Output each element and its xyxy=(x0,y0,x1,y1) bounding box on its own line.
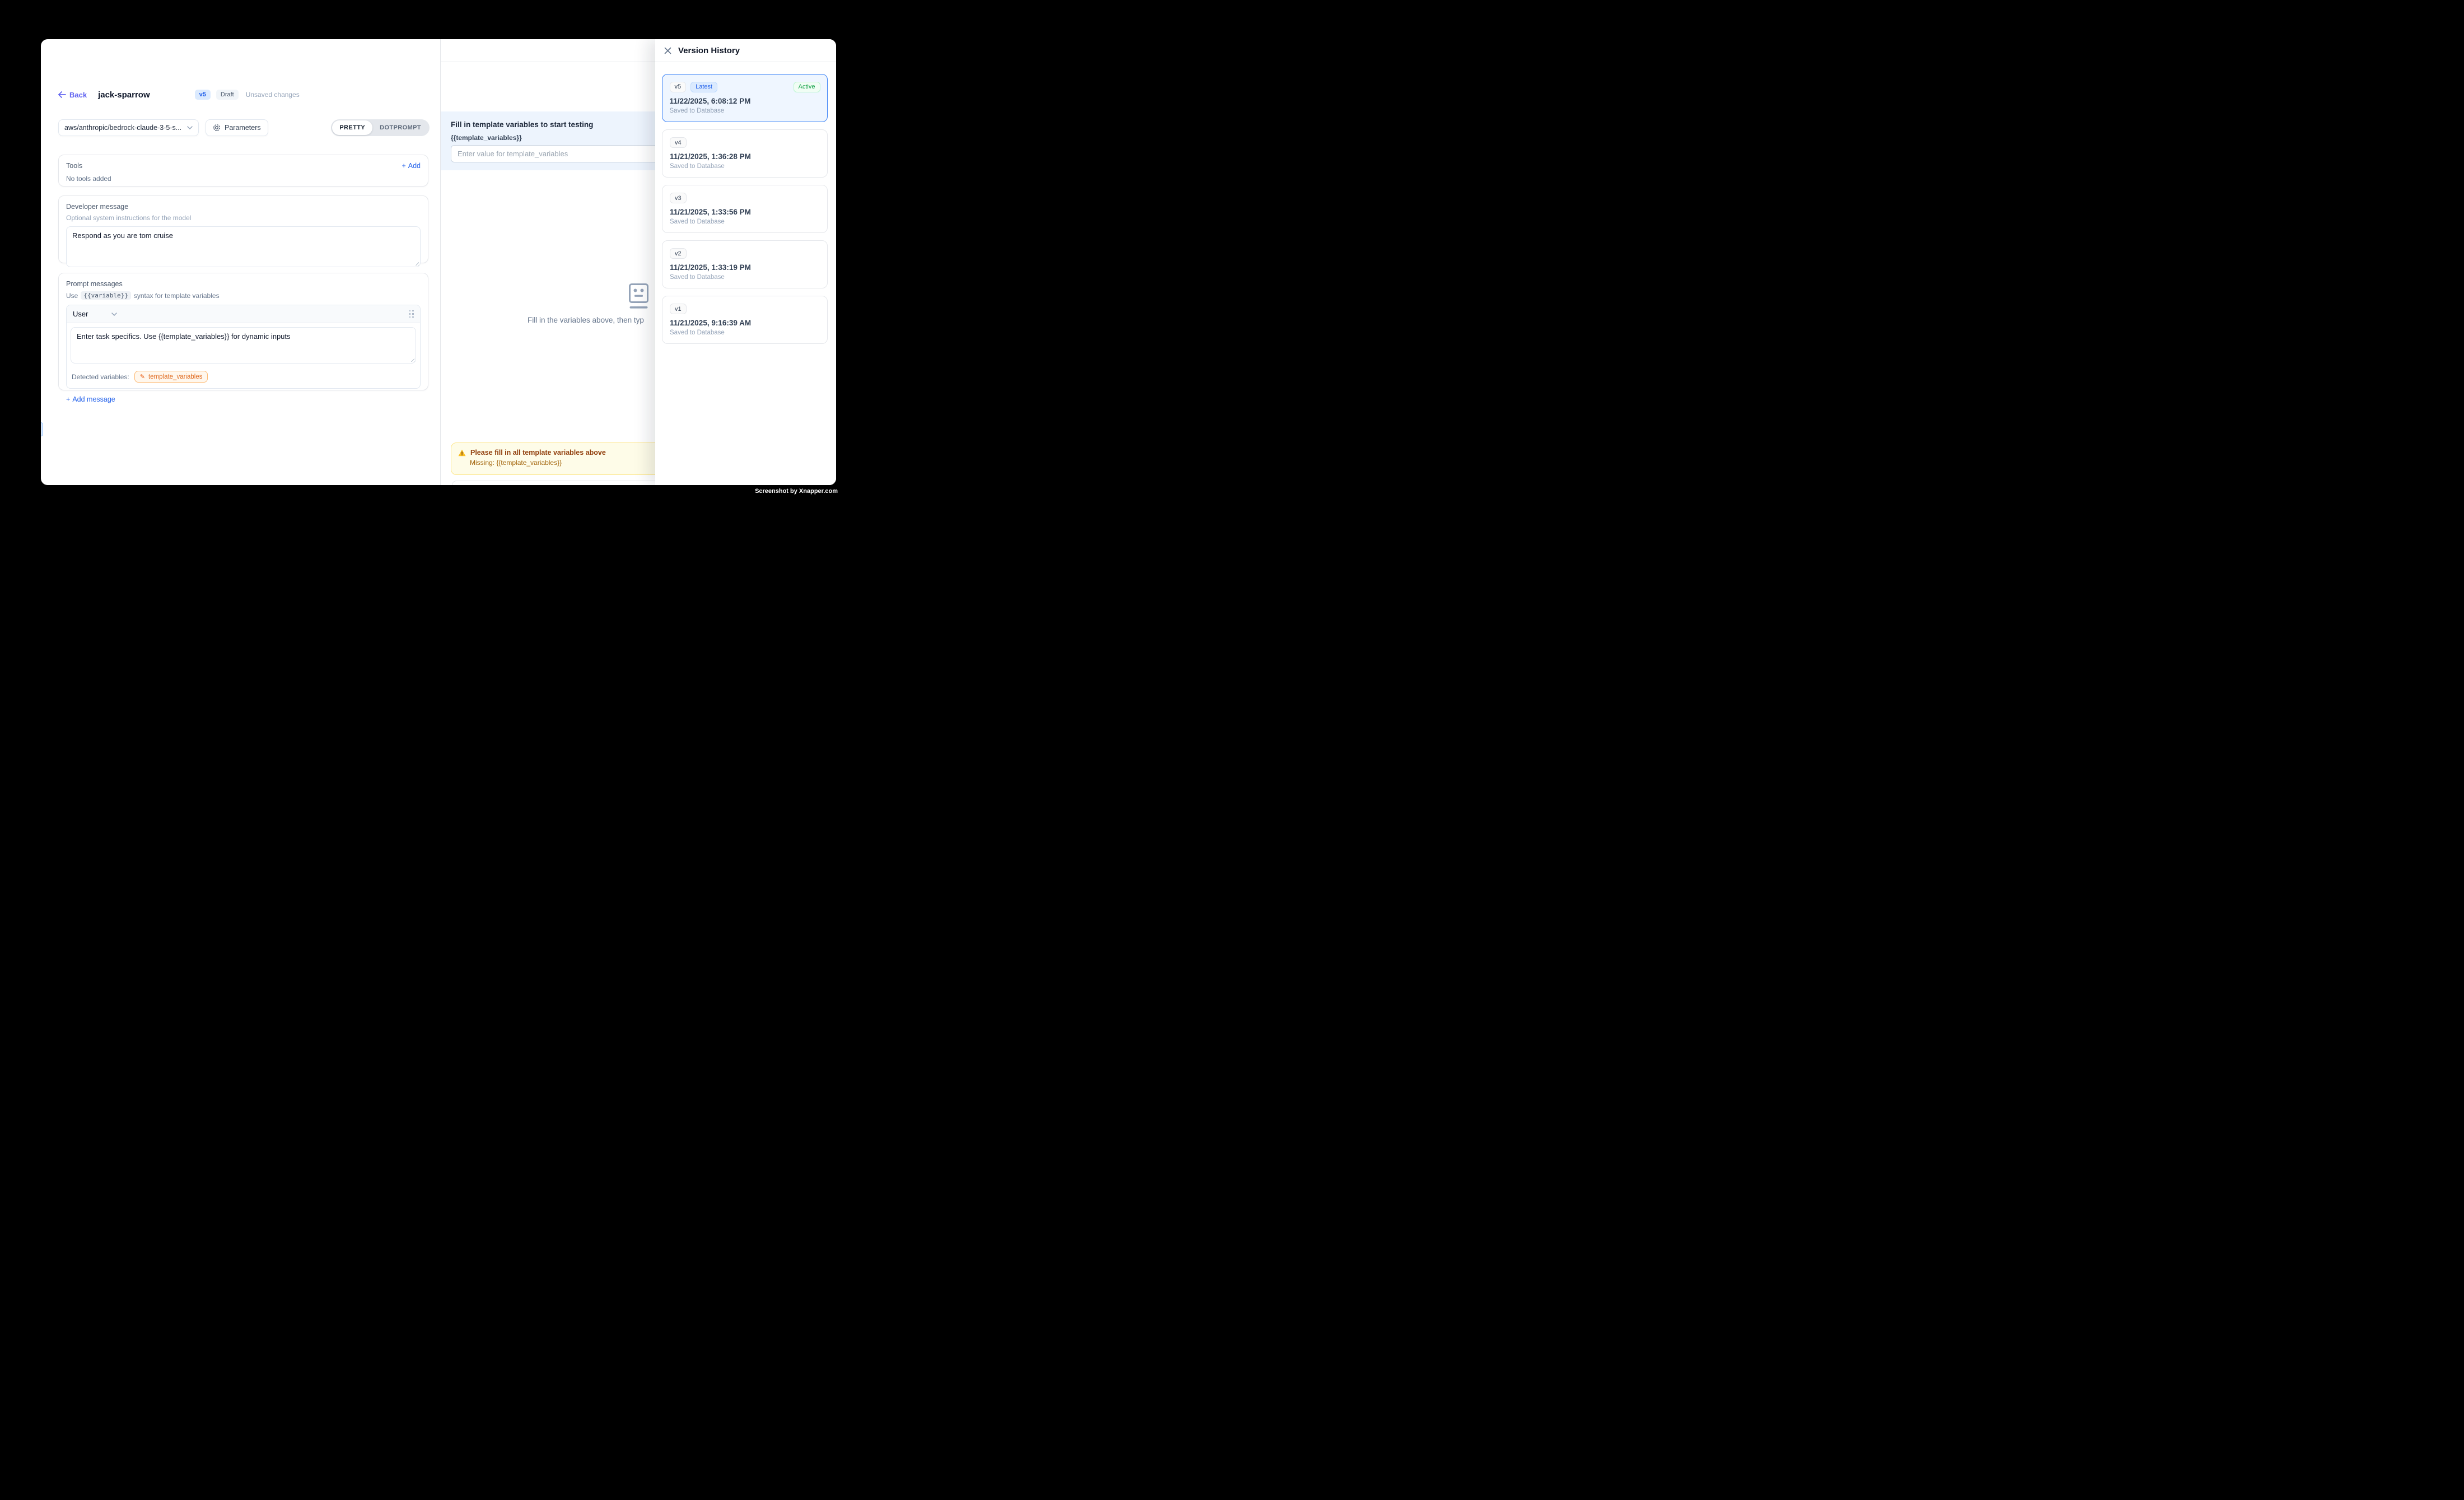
version-saved-status: Saved to Database xyxy=(670,163,820,170)
close-icon xyxy=(664,47,671,54)
version-number-badge: v3 xyxy=(670,193,687,203)
variable-syntax-hint: Use {{variable}} syntax for template var… xyxy=(66,291,421,300)
version-timestamp: 11/21/2025, 1:33:56 PM xyxy=(670,208,820,216)
tools-title: Tools xyxy=(66,162,82,170)
page-header: Back jack-sparrow v5 Draft Unsaved chang… xyxy=(58,88,300,101)
warning-triangle-icon xyxy=(458,449,466,456)
hint-suffix: syntax for template variables xyxy=(134,292,220,300)
chevron-down-icon xyxy=(111,313,117,316)
toolbar: aws/anthropic/bedrock-claude-3-5-s... Pa… xyxy=(58,119,430,136)
close-button[interactable] xyxy=(663,46,672,55)
warning-title: Please fill in all template variables ab… xyxy=(470,449,606,456)
parameters-label: Parameters xyxy=(225,124,261,132)
version-list: v5 Latest Active 11/22/2025, 6:08:12 PM … xyxy=(655,62,836,344)
version-timestamp: 11/22/2025, 6:08:12 PM xyxy=(670,97,820,105)
version-history-header: Version History xyxy=(655,39,836,62)
variable-chip-label: template_variables xyxy=(148,374,203,380)
prompt-messages-card: Prompt messages Use {{variable}} syntax … xyxy=(58,273,428,390)
version-saved-status: Saved to Database xyxy=(670,108,820,114)
version-card-v5[interactable]: v5 Latest Active 11/22/2025, 6:08:12 PM … xyxy=(662,74,828,122)
watermark-text: Screenshot by Xnapper.com xyxy=(755,488,838,495)
back-label: Back xyxy=(69,91,87,99)
version-number-badge: v4 xyxy=(670,137,687,148)
active-badge: Active xyxy=(794,82,820,92)
tools-card: Tools +Add No tools added xyxy=(58,155,428,187)
version-saved-status: Saved to Database xyxy=(670,274,820,281)
developer-message-title: Developer message xyxy=(66,203,421,211)
tools-empty-text: No tools added xyxy=(66,175,421,183)
toggle-dotprompt[interactable]: DOTPROMPT xyxy=(372,120,428,135)
version-card-v3[interactable]: v3 11/21/2025, 1:33:56 PM Saved to Datab… xyxy=(662,185,828,233)
version-timestamp: 11/21/2025, 1:36:28 PM xyxy=(670,152,820,161)
version-card-v1[interactable]: v1 11/21/2025, 9:16:39 AM Saved to Datab… xyxy=(662,296,828,344)
version-card-v2[interactable]: v2 11/21/2025, 1:33:19 PM Saved to Datab… xyxy=(662,240,828,288)
version-number-badge: v2 xyxy=(670,248,687,259)
developer-message-card: Developer message Optional system instru… xyxy=(58,195,428,263)
model-select-value: aws/anthropic/bedrock-claude-3-5-s... xyxy=(64,124,181,132)
version-number-badge: v5 xyxy=(670,82,687,92)
variable-syntax-code: {{variable}} xyxy=(81,291,130,300)
version-saved-status: Saved to Database xyxy=(670,218,820,225)
role-select-value: User xyxy=(73,310,88,318)
version-card-v4[interactable]: v4 11/21/2025, 1:36:28 PM Saved to Datab… xyxy=(662,129,828,178)
drag-handle-icon[interactable] xyxy=(409,310,414,318)
message-block: User Enter task specifics. Use {{templat… xyxy=(66,305,421,389)
model-select[interactable]: aws/anthropic/bedrock-claude-3-5-s... xyxy=(58,119,199,136)
gear-icon xyxy=(213,124,221,132)
arrow-left-icon xyxy=(58,91,66,98)
version-number-badge: v1 xyxy=(670,304,687,314)
latest-badge: Latest xyxy=(690,82,717,92)
pencil-icon: ✎ xyxy=(140,373,145,380)
message-header: User xyxy=(67,305,420,323)
version-history-title: Version History xyxy=(678,46,740,55)
app-window: Back jack-sparrow v5 Draft Unsaved chang… xyxy=(41,39,836,485)
add-message-button[interactable]: +Add message xyxy=(66,395,115,403)
draft-badge: Draft xyxy=(216,90,239,100)
version-history-panel: Version History v5 Latest Active 11/22/2… xyxy=(655,39,836,485)
plus-icon: + xyxy=(402,162,405,170)
version-saved-status: Saved to Database xyxy=(670,329,820,336)
add-tool-button[interactable]: +Add xyxy=(402,162,421,170)
prompt-messages-title: Prompt messages xyxy=(66,280,421,288)
hint-prefix: Use xyxy=(66,292,78,300)
page-title: jack-sparrow xyxy=(98,90,150,100)
bot-face-icon xyxy=(628,283,649,310)
detected-variables-row: Detected variables: ✎ template_variables xyxy=(67,367,420,388)
role-select[interactable]: User xyxy=(73,310,117,318)
parameters-button[interactable]: Parameters xyxy=(206,119,268,136)
plus-icon: + xyxy=(66,395,70,403)
developer-message-textarea[interactable]: Respond as you are tom cruise xyxy=(66,226,421,267)
add-tool-label: Add xyxy=(408,162,421,170)
version-timestamp: 11/21/2025, 1:33:19 PM xyxy=(670,263,820,272)
add-message-label: Add message xyxy=(72,395,115,403)
chevron-down-icon xyxy=(187,126,193,129)
edge-peek-element xyxy=(41,422,43,436)
unsaved-changes-text: Unsaved changes xyxy=(246,91,300,99)
developer-message-subtitle: Optional system instructions for the mod… xyxy=(66,214,421,222)
toggle-pretty[interactable]: PRETTY xyxy=(332,120,372,135)
message-textarea[interactable]: Enter task specifics. Use {{template_var… xyxy=(71,327,416,364)
detected-variables-label: Detected variables: xyxy=(72,373,129,381)
back-button[interactable]: Back xyxy=(58,91,87,99)
view-mode-toggle: PRETTY DOTPROMPT xyxy=(331,119,430,136)
variable-chip[interactable]: ✎ template_variables xyxy=(134,371,208,383)
version-badge: v5 xyxy=(195,90,211,100)
version-timestamp: 11/21/2025, 9:16:39 AM xyxy=(670,319,820,327)
